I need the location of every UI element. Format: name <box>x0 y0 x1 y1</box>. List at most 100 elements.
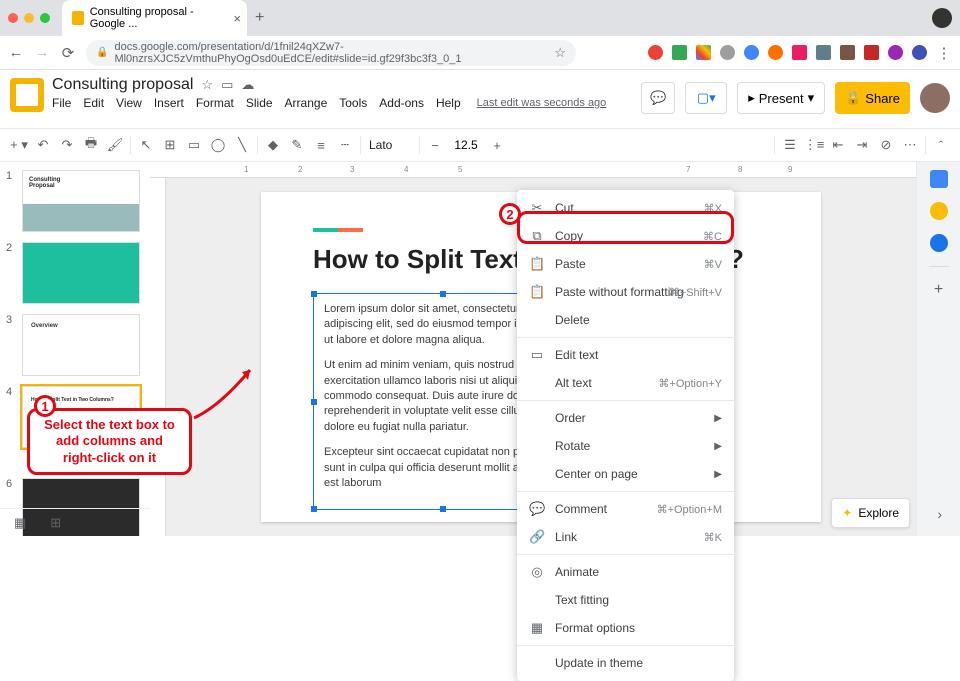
ctx-cut[interactable]: ✂Cut⌘X <box>517 194 734 222</box>
menu-file[interactable]: File <box>52 96 71 110</box>
toolbar-more-button[interactable]: ⋯ <box>899 134 921 156</box>
move-icon[interactable]: ▭ <box>221 77 233 93</box>
line-tool[interactable]: ╲ <box>231 134 253 156</box>
clear-format-button[interactable]: ⊘ <box>875 134 897 156</box>
ctx-animate[interactable]: ◎Animate <box>517 558 734 586</box>
close-window-icon[interactable] <box>8 13 18 23</box>
ctx-format-options[interactable]: ▦Format options <box>517 614 734 642</box>
slide-thumb-3[interactable]: 3 Overview <box>0 312 150 378</box>
slide-thumb-1[interactable]: 1 ConsultingProposal <box>0 168 150 234</box>
font-selector[interactable]: Lato <box>365 138 415 152</box>
border-color-button[interactable]: ✎ <box>286 134 308 156</box>
comment-history-button[interactable]: 💬 <box>641 82 675 114</box>
add-addon-icon[interactable]: + <box>930 281 948 299</box>
back-button[interactable]: ← <box>8 45 24 61</box>
ext-icon[interactable] <box>792 45 807 60</box>
forward-button[interactable]: → <box>34 45 50 61</box>
bookmark-star-icon[interactable]: ☆ <box>554 45 566 61</box>
reload-button[interactable]: ⟳ <box>60 45 76 61</box>
ext-icon[interactable] <box>672 45 687 60</box>
indent-decrease-button[interactable]: ⇤ <box>827 134 849 156</box>
last-edit-link[interactable]: Last edit was seconds ago <box>477 97 607 109</box>
undo-button[interactable]: ↶ <box>32 134 54 156</box>
ctx-edit-text[interactable]: ▭Edit text <box>517 341 734 369</box>
menu-arrange[interactable]: Arrange <box>285 96 328 110</box>
share-button[interactable]: 🔒 Share <box>835 82 910 114</box>
present-button[interactable]: ▸ Present ▾ <box>737 82 825 114</box>
ctx-update-in-theme[interactable]: Update in theme <box>517 649 734 677</box>
fill-color-button[interactable]: ◆ <box>262 134 284 156</box>
ext-icon[interactable] <box>648 45 663 60</box>
ctx-copy[interactable]: ⧉Copy⌘C <box>517 222 734 250</box>
grid-view-icon[interactable]: ▦ <box>14 515 26 531</box>
slide-thumb-2[interactable]: 2 <box>0 240 150 306</box>
ext-icon[interactable] <box>720 45 735 60</box>
ext-icon[interactable] <box>840 45 855 60</box>
ext-icon[interactable] <box>744 45 759 60</box>
redo-button[interactable]: ↷ <box>56 134 78 156</box>
context-menu: ✂Cut⌘X ⧉Copy⌘C 📋Paste⌘V 📋Paste without f… <box>517 190 734 681</box>
explore-button[interactable]: ✦Explore <box>831 498 910 528</box>
accent-bar <box>313 228 363 232</box>
border-dash-button[interactable]: ┄ <box>334 134 356 156</box>
maximize-window-icon[interactable] <box>40 13 50 23</box>
ext-icon[interactable] <box>888 45 903 60</box>
ext-icon[interactable] <box>912 45 927 60</box>
ext-icon[interactable] <box>864 45 879 60</box>
meet-button[interactable]: ▢▾ <box>685 82 727 114</box>
menu-edit[interactable]: Edit <box>83 96 104 110</box>
expand-side-panel-icon[interactable]: › <box>937 506 942 522</box>
font-size-field[interactable]: 12.5 <box>448 138 484 152</box>
chrome-profile-avatar[interactable] <box>932 8 952 28</box>
star-icon[interactable]: ☆ <box>201 77 213 93</box>
font-size-decrease[interactable]: − <box>424 134 446 156</box>
print-button[interactable]: 🖶 <box>80 134 102 156</box>
menu-view[interactable]: View <box>116 96 142 110</box>
new-slide-button[interactable]: + ▾ <box>8 134 30 156</box>
shape-tool[interactable]: ◯ <box>207 134 229 156</box>
ext-icon[interactable] <box>696 45 711 60</box>
ext-icon[interactable] <box>768 45 783 60</box>
cloud-status-icon[interactable]: ☁ <box>241 77 254 93</box>
paint-format-button[interactable]: 🖌 <box>104 134 126 156</box>
select-tool[interactable]: ↖ <box>135 134 157 156</box>
ext-icon[interactable] <box>816 45 831 60</box>
numbered-list-button[interactable]: ⋮≡ <box>803 134 825 156</box>
ctx-comment[interactable]: 💬Comment⌘+Option+M <box>517 495 734 523</box>
ctx-delete[interactable]: Delete <box>517 306 734 334</box>
menu-insert[interactable]: Insert <box>154 96 184 110</box>
new-tab-button[interactable]: + <box>255 9 264 27</box>
indent-increase-button[interactable]: ⇥ <box>851 134 873 156</box>
tasks-icon[interactable] <box>930 234 948 252</box>
ctx-text-fitting[interactable]: Text fitting <box>517 586 734 614</box>
hide-menus-button[interactable]: ˆ <box>930 134 952 156</box>
bulleted-list-button[interactable]: ☰ <box>779 134 801 156</box>
document-title[interactable]: Consulting proposal <box>52 76 193 94</box>
browser-tab[interactable]: Consulting proposal - Google ... × <box>62 0 247 36</box>
menu-format[interactable]: Format <box>196 96 234 110</box>
menu-tools[interactable]: Tools <box>339 96 367 110</box>
ctx-rotate[interactable]: Rotate▶ <box>517 432 734 460</box>
calendar-icon[interactable] <box>930 170 948 188</box>
slides-logo-icon[interactable] <box>10 78 44 112</box>
ctx-paste[interactable]: 📋Paste⌘V <box>517 250 734 278</box>
ctx-alt-text[interactable]: Alt text⌘+Option+Y <box>517 369 734 397</box>
close-tab-icon[interactable]: × <box>233 11 241 26</box>
chrome-menu-icon[interactable]: ⋮ <box>936 45 952 61</box>
grid-view-icon-2[interactable]: ⊞ <box>50 515 61 531</box>
border-weight-button[interactable]: ≡ <box>310 134 332 156</box>
ctx-order[interactable]: Order▶ <box>517 404 734 432</box>
menu-slide[interactable]: Slide <box>246 96 273 110</box>
ctx-center-on-page[interactable]: Center on page▶ <box>517 460 734 488</box>
minimize-window-icon[interactable] <box>24 13 34 23</box>
textbox-tool[interactable]: ⊞ <box>159 134 181 156</box>
menu-help[interactable]: Help <box>436 96 461 110</box>
account-avatar[interactable] <box>920 83 950 113</box>
menu-addons[interactable]: Add-ons <box>379 96 424 110</box>
image-tool[interactable]: ▭ <box>183 134 205 156</box>
ctx-link[interactable]: 🔗Link⌘K <box>517 523 734 551</box>
font-size-increase[interactable]: + <box>486 134 508 156</box>
keep-icon[interactable] <box>930 202 948 220</box>
ctx-paste-without-formatting[interactable]: 📋Paste without formatting⌘+Shift+V <box>517 278 734 306</box>
url-field[interactable]: 🔒 docs.google.com/presentation/d/1fnil24… <box>86 40 576 66</box>
